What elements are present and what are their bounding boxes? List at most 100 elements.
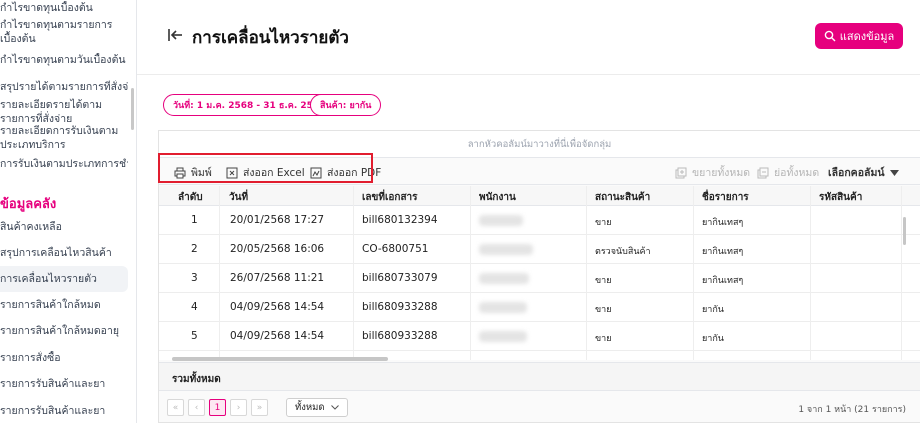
sidebar-item[interactable]: รายการสินค้าใกล้หมด <box>0 298 128 312</box>
sidebar-item[interactable]: สินค้าคงเหลือ <box>0 220 128 234</box>
sidebar-item[interactable]: รายการสินค้าใกล้หมดอายุ <box>0 324 128 338</box>
summary-row: รวมทั้งหมด <box>159 362 920 391</box>
cell-date: 04/09/2568 14:54 <box>230 301 325 313</box>
column-chooser-button[interactable]: เลือกคอลัมน์ <box>828 164 899 181</box>
table-row[interactable]: 1 20/01/2568 17:27 bill680132394 ขาย ยาก… <box>159 206 920 235</box>
cell-item: ยากัน <box>702 305 724 315</box>
page-size-value: ทั้งหมด <box>295 402 325 413</box>
cell-no: 5 <box>191 330 198 342</box>
sidebar-item[interactable]: รายละเอียดการรับเงินตามประเภทบริการ <box>0 124 128 154</box>
column-divider <box>586 186 587 360</box>
column-header[interactable]: พนักงาน <box>479 190 516 205</box>
sidebar-item[interactable]: รายการสั่งซื้อ <box>0 351 128 365</box>
collapse-icon <box>757 167 769 178</box>
product-filter-chip[interactable]: สินค้า: ยากัน <box>310 94 382 116</box>
cell-doc: bill680132394 <box>362 214 438 226</box>
header-divider <box>137 74 920 75</box>
column-header[interactable]: ลำดับ <box>178 190 203 205</box>
sidebar-item[interactable]: รายการรับสินค้าและยา <box>0 377 128 391</box>
collapse-sidebar-icon[interactable] <box>167 27 183 43</box>
expand-all-label: ขยายทั้งหมด <box>692 167 751 179</box>
cell-no: 1 <box>191 214 198 226</box>
next-page-button[interactable]: › <box>230 399 247 416</box>
cell-status: ขาย <box>595 305 612 315</box>
cell-doc: bill680933288 <box>362 301 438 313</box>
cell-no: 2 <box>191 243 198 255</box>
sidebar-item[interactable]: กำไรขาดทุนตามรายการเบื้องต้น <box>0 18 128 48</box>
cell-doc: bill680933288 <box>362 330 438 342</box>
cell-doc: bill680733079 <box>362 272 438 284</box>
cell-date: 20/01/2568 17:27 <box>230 214 325 226</box>
redacted-employee <box>479 331 527 342</box>
column-divider <box>470 186 471 360</box>
cell-date: 20/05/2568 16:06 <box>230 243 325 255</box>
sidebar-item[interactable]: สรุปการเคลื่อนไหวสินค้า <box>0 246 128 260</box>
show-data-button[interactable]: แสดงข้อมูล <box>815 23 903 49</box>
column-divider <box>219 186 220 360</box>
column-chooser-label: เลือกคอลัมน์ <box>828 167 885 179</box>
table-header: ลำดับ วันที่ เลขที่เอกสาร พนักงาน สถานะส… <box>159 186 920 206</box>
table-row[interactable]: 4 04/09/2568 14:54 bill680933288 ขาย ยาก… <box>159 293 920 322</box>
expand-all-button[interactable]: ขยายทั้งหมด <box>675 164 750 181</box>
search-icon <box>824 30 836 42</box>
chevron-down-icon <box>330 405 339 410</box>
table-body: 1 20/01/2568 17:27 bill680132394 ขาย ยาก… <box>159 206 920 360</box>
export-highlight-box <box>158 153 373 183</box>
cell-item: ยากินเทสๆ <box>702 247 744 257</box>
column-divider <box>810 186 811 360</box>
column-divider <box>901 186 902 360</box>
redacted-employee <box>479 215 523 226</box>
main-content: การเคลื่อนไหวรายตัว แสดงข้อมูล วันที่: 1… <box>137 0 920 423</box>
table-row[interactable]: 5 04/09/2568 14:54 bill680933288 ขาย ยาก… <box>159 322 920 351</box>
column-header[interactable]: สถานะสินค้า <box>595 190 650 205</box>
sidebar-item[interactable]: สรุปรายได้ตามรายการที่สั่งจ่าย <box>0 80 128 94</box>
vertical-scrollbar[interactable] <box>903 217 906 245</box>
sidebar-section-title: ข้อมูลคลัง <box>0 197 57 212</box>
total-label: รวมทั้งหมด <box>172 374 221 385</box>
redacted-employee <box>479 244 533 255</box>
first-page-button[interactable]: « <box>167 399 184 416</box>
cell-item: ยากัน <box>702 334 724 344</box>
cell-no: 4 <box>191 301 198 313</box>
column-divider <box>353 186 354 360</box>
cell-date: 26/07/2568 11:21 <box>230 272 325 284</box>
cell-no: 3 <box>191 272 198 284</box>
horizontal-scrollbar[interactable] <box>172 357 388 361</box>
table-row[interactable]: 3 26/07/2568 11:21 bill680733079 ขาย ยาก… <box>159 264 920 293</box>
column-header[interactable]: ชื่อรายการ <box>702 190 749 205</box>
column-header[interactable]: วันที่ <box>229 190 248 205</box>
page-title: การเคลื่อนไหวรายตัว <box>192 28 349 48</box>
cell-item: ยากินเทสๆ <box>702 218 744 228</box>
sidebar-item[interactable]: การรับเงินตามประเภทการชำระ <box>0 157 128 171</box>
cell-status: ขาย <box>595 334 612 344</box>
column-divider <box>693 186 694 360</box>
sidebar-scrollbar[interactable] <box>131 88 134 130</box>
cell-status: ตรวจนับสินค้า <box>595 247 651 257</box>
table-row[interactable]: 2 20/05/2568 16:06 CO-6800751 ตรวจนับสิน… <box>159 235 920 264</box>
cell-item: ยากินเทสๆ <box>702 276 744 286</box>
pagination-info: 1 จาก 1 หน้า (21 รายการ) <box>798 405 906 415</box>
page-number-button[interactable]: 1 <box>209 399 226 416</box>
collapse-all-label: ย่อทั้งหมด <box>774 167 820 179</box>
sidebar-item-active[interactable]: การเคลื่อนไหวรายตัว <box>0 266 128 292</box>
cell-date: 04/09/2568 14:54 <box>230 330 325 342</box>
cell-doc: CO-6800751 <box>362 243 429 255</box>
cell-status: ขาย <box>595 218 612 228</box>
sidebar-item[interactable]: กำไรขาดทุนเบื้องต้น <box>0 1 128 15</box>
column-header[interactable]: รหัสสินค้า <box>819 190 862 205</box>
sidebar-item[interactable]: รายการรับสินค้าและยา <box>0 404 128 418</box>
redacted-employee <box>479 302 527 313</box>
show-data-label: แสดงข้อมูล <box>839 30 895 43</box>
sidebar: กำไรขาดทุนเบื้องต้น กำไรขาดทุนตามรายการเ… <box>0 0 137 423</box>
sidebar-item[interactable]: กำไรขาดทุนตามวันเบื้องต้น <box>0 53 128 67</box>
caret-down-icon <box>889 169 899 176</box>
pagination: « ‹ 1 › » ทั้งหมด <box>167 398 348 417</box>
prev-page-button[interactable]: ‹ <box>188 399 205 416</box>
collapse-all-button[interactable]: ย่อทั้งหมด <box>757 164 819 181</box>
page-size-select[interactable]: ทั้งหมด <box>286 398 348 417</box>
cell-status: ขาย <box>595 276 612 286</box>
redacted-employee <box>479 273 529 284</box>
last-page-button[interactable]: » <box>251 399 268 416</box>
column-header[interactable]: เลขที่เอกสาร <box>362 190 418 205</box>
expand-icon <box>675 167 687 178</box>
